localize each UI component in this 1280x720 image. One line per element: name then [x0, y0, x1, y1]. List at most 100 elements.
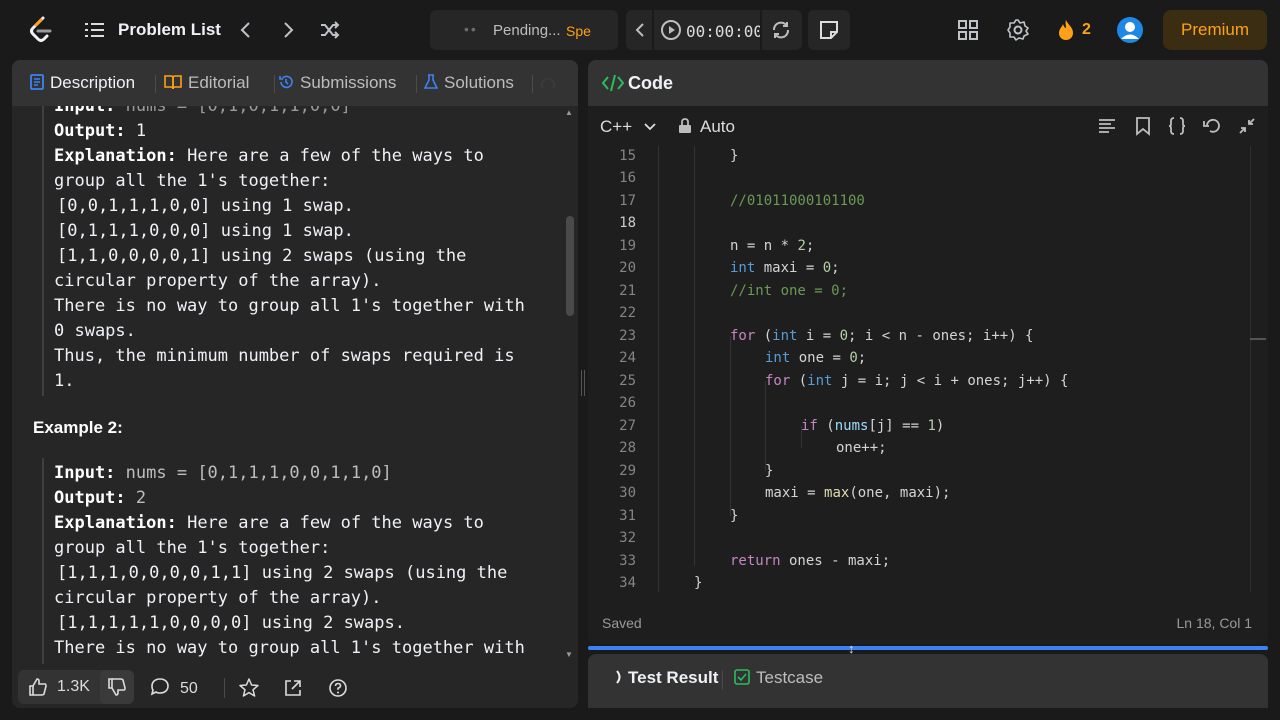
- comment-icon[interactable]: [150, 677, 170, 697]
- code-token: 1: [927, 418, 936, 434]
- description-scrollbar[interactable]: [566, 216, 574, 316]
- scroll-up-icon[interactable]: ▲: [565, 108, 573, 117]
- code-editor[interactable]: 15 16 17 18 19 20 21 22 23 24 25 26 27 2…: [588, 146, 1268, 592]
- tab-description[interactable]: Description: [30, 73, 135, 93]
- editor-scrollbar[interactable]: [1250, 146, 1251, 592]
- collapse-icon[interactable]: [1236, 115, 1258, 137]
- line-number: 16: [619, 170, 636, 186]
- line-number: 20: [619, 260, 636, 276]
- input-label: Input:: [54, 463, 116, 483]
- output-value: 1: [135, 121, 147, 141]
- output-label: Output:: [54, 121, 126, 141]
- next-problem-button[interactable]: [276, 18, 300, 42]
- play-icon[interactable]: [660, 19, 682, 41]
- line-number: 34: [619, 575, 636, 591]
- prev-problem-button[interactable]: [234, 18, 258, 42]
- problem-list-icon[interactable]: [84, 20, 106, 40]
- chevron-down-icon: [644, 123, 656, 131]
- panel-resize-bar[interactable]: [588, 646, 1268, 650]
- line-number: 28: [619, 440, 636, 456]
- format-icon[interactable]: [1096, 115, 1118, 137]
- explanation-line: There is no way to group all 1's togethe…: [54, 638, 525, 658]
- code-line: }: [730, 148, 739, 164]
- line-number: 33: [619, 553, 636, 569]
- code-line: }: [765, 463, 774, 479]
- indent-guide: [765, 381, 766, 471]
- tab-test-result[interactable]: Test Result: [614, 668, 718, 688]
- input-label: Input:: [54, 106, 116, 116]
- shuffle-icon: [321, 21, 340, 39]
- thumbs-down-icon: [108, 678, 126, 696]
- tab-editorial[interactable]: Editorial: [164, 73, 249, 93]
- code-token: (one, maxi);: [849, 485, 951, 501]
- pending-suffix: Spe: [566, 23, 591, 39]
- run-submit-status[interactable]: •• Pending... Spe: [430, 10, 618, 50]
- line-number: 29: [619, 463, 636, 479]
- lock-icon: [679, 118, 691, 133]
- flask-icon: [424, 74, 438, 89]
- tab-testcase-label: Testcase: [756, 668, 824, 687]
- code-token: ones - maxi;: [780, 553, 891, 569]
- leetcode-logo[interactable]: [28, 16, 54, 44]
- code-line: }: [694, 575, 703, 591]
- line-number: 32: [619, 530, 636, 546]
- chevron-left-icon: [240, 22, 250, 38]
- divider: [416, 75, 417, 93]
- input-value: nums = [0,1,1,1,0,0,1,1,0]: [125, 463, 392, 483]
- timer-value: 00:00:00: [686, 22, 764, 41]
- code-title: Code: [628, 73, 673, 93]
- explanation-line: [1,1,1,0,0,0,0,1,1] using 2 swaps (using…: [57, 563, 508, 583]
- code-token: (: [755, 328, 773, 344]
- dislike-button[interactable]: [100, 670, 134, 704]
- bookmark-icon[interactable]: [1132, 115, 1154, 137]
- code-token: (: [790, 373, 808, 389]
- help-icon[interactable]: [328, 678, 348, 698]
- fire-streak-icon[interactable]: [1054, 18, 1078, 42]
- gear-icon[interactable]: [1006, 18, 1030, 42]
- reset-icon[interactable]: [770, 19, 792, 41]
- explanation-line: [1,1,1,1,1,0,0,0,0] using 2 swaps.: [57, 613, 405, 633]
- tab-submissions[interactable]: Submissions: [278, 73, 396, 93]
- streak-count: 2: [1082, 21, 1091, 38]
- share-icon[interactable]: [283, 678, 303, 698]
- code-token: max: [824, 485, 850, 501]
- tab-submissions-label: Submissions: [300, 73, 397, 92]
- tab-testcase[interactable]: Testcase: [734, 668, 823, 688]
- input-value: nums = [0,1,0,1,1,0,0]: [125, 106, 351, 116]
- notes-button[interactable]: [808, 10, 850, 50]
- more-tabs-icon[interactable]: [540, 74, 556, 92]
- star-icon[interactable]: [239, 678, 259, 698]
- chevron-left-icon: [635, 23, 644, 37]
- code-token: n = n *: [730, 238, 798, 254]
- scroll-down-icon[interactable]: ▼: [565, 650, 573, 659]
- document-icon: [30, 74, 44, 90]
- line-number: 30: [619, 485, 636, 501]
- code-token: if: [801, 418, 818, 434]
- code-token: j = i; j < i + ones; j++) {: [832, 373, 1069, 389]
- code-line: one++;: [836, 440, 887, 456]
- braces-icon[interactable]: [1166, 115, 1188, 137]
- premium-button[interactable]: Premium: [1163, 10, 1267, 50]
- tab-solutions[interactable]: Solutions: [424, 73, 514, 93]
- code-token: ;: [805, 238, 815, 254]
- example1-output: Output: 1: [54, 121, 146, 141]
- description-content: Input: nums = [0,1,0,1,1,0,0] Output: 1 …: [12, 106, 578, 664]
- undo-icon[interactable]: [1201, 115, 1223, 137]
- example-border: [42, 106, 44, 396]
- layout-icon[interactable]: [956, 18, 980, 42]
- explanation-label: Explanation:: [54, 513, 177, 533]
- avatar[interactable]: [1116, 16, 1144, 44]
- language-select[interactable]: C++: [600, 117, 657, 137]
- note-icon: [820, 21, 838, 39]
- timer-collapse-button[interactable]: [630, 18, 650, 42]
- code-token: return: [730, 553, 781, 569]
- top-bar: Problem List •• Pending... Spe 00:00:00: [0, 0, 1280, 60]
- random-problem-button[interactable]: [318, 18, 342, 42]
- tab-description-label: Description: [50, 73, 136, 92]
- problem-list-link[interactable]: Problem List: [118, 20, 221, 40]
- auto-mode[interactable]: Auto: [700, 117, 735, 137]
- panel-resize-handle[interactable]: [581, 370, 585, 396]
- example2-output: Output: 2: [54, 488, 146, 508]
- code-line: return ones - maxi;: [730, 553, 890, 569]
- line-number: 23: [619, 328, 636, 344]
